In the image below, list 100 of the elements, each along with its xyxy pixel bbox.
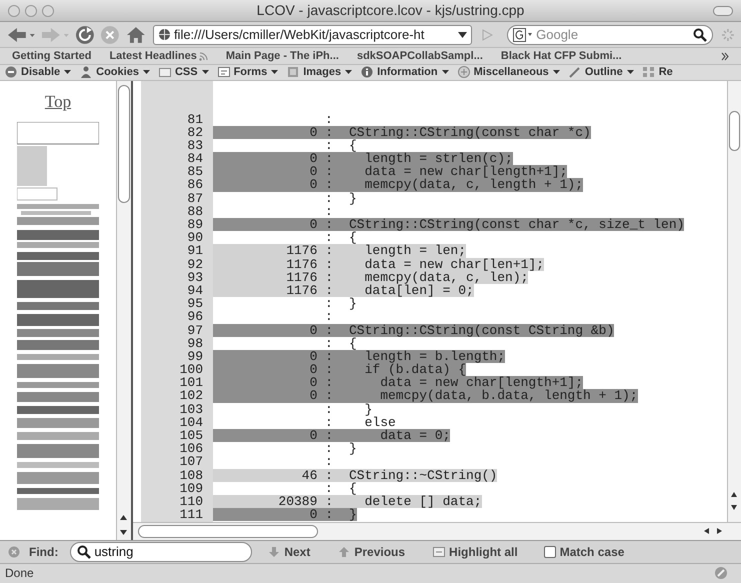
toolbar-menu[interactable]: Cookies — [80, 65, 150, 80]
form-icon — [218, 66, 230, 78]
find-highlight-button[interactable]: Highlight all — [433, 542, 518, 561]
hit-count-cell: 0 : — [213, 126, 341, 139]
line-number: 85 — [186, 165, 203, 178]
scrollbar-thumb[interactable] — [118, 84, 130, 203]
match-case-checkbox[interactable]: Match case — [544, 542, 624, 561]
hit-count-cell: 0 : — [213, 324, 341, 337]
zoom-window-icon[interactable] — [42, 4, 54, 16]
bookmark-link[interactable]: Black Hat CFP Submi... — [500, 48, 622, 64]
bookmark-link[interactable]: Getting Started — [12, 48, 92, 64]
line-number: 91 — [186, 244, 203, 258]
disable-icon — [5, 66, 17, 78]
code-line: } — [348, 192, 357, 205]
code-line: { — [348, 336, 357, 350]
line-number: 95 — [186, 297, 203, 310]
find-input[interactable]: ustring — [94, 542, 246, 562]
bookmark-link[interactable]: Latest Headlines — [109, 48, 208, 64]
line-number: 89 — [186, 218, 203, 232]
feed-icon — [198, 52, 208, 61]
toolbar-menu[interactable]: Forms — [218, 65, 278, 80]
code-line: { — [348, 482, 357, 495]
reload-icon[interactable] — [74, 24, 96, 46]
highlight-icon — [433, 546, 446, 558]
colon-separator: : — [325, 204, 334, 218]
toolbar-menu[interactable]: CSS — [158, 65, 209, 80]
close-icon[interactable] — [8, 546, 20, 558]
colon-separator: : — [325, 138, 334, 152]
line-number: 96 — [186, 310, 203, 324]
globe-icon — [158, 28, 171, 42]
toolbar-menu[interactable]: Information — [361, 65, 449, 80]
search-icon[interactable] — [693, 28, 708, 42]
line-number: 94 — [186, 284, 203, 298]
line-number: 102 — [178, 389, 203, 403]
toolbar-menu[interactable]: Outline — [568, 65, 634, 80]
colon-separator: : — [325, 310, 334, 324]
line-number: 92 — [186, 258, 203, 271]
hit-count-cell: 0 : — [213, 152, 341, 166]
colon-separator: : — [325, 112, 334, 126]
bookmark-link[interactable]: Main Page - The iPh... — [226, 48, 339, 64]
code-line: { — [348, 231, 357, 244]
spinner-icon — [721, 28, 735, 42]
top-link[interactable]: Top — [44, 88, 72, 114]
window-title: LCOV - javascriptcore.lcov - kjs/ustring.cpp — [256, 1, 524, 20]
down-arrow-icon — [268, 546, 280, 558]
dropdown-icon[interactable] — [458, 30, 468, 39]
image-icon — [287, 66, 300, 78]
line-number: 84 — [186, 152, 203, 166]
search-input[interactable]: Google — [536, 24, 690, 44]
colon-separator: : — [325, 455, 334, 469]
stylesheet-icon — [158, 66, 171, 78]
hit-count-cell: 46 : — [213, 468, 341, 482]
minimize-window-icon[interactable] — [25, 4, 37, 16]
line-number: 88 — [186, 204, 203, 218]
toolbar-menu[interactable]: Miscellaneous — [458, 65, 560, 80]
scrollbar-thumb[interactable] — [138, 524, 318, 538]
colon-separator: : — [325, 482, 334, 495]
find-previous-button[interactable]: Previous — [338, 542, 406, 561]
hit-count-cell: 0 : — [213, 165, 341, 178]
address-field[interactable]: file:///Users/cmiller/WebKit/javascriptcore-ht — [152, 24, 472, 45]
hit-count-cell: 0 : — [213, 218, 341, 232]
line-number: 110 — [178, 494, 203, 508]
line-number: 109 — [178, 482, 203, 495]
colon-separator: : — [325, 402, 334, 416]
line-number: 108 — [178, 468, 203, 482]
toolbar-menu[interactable]: Images — [287, 65, 352, 80]
scrollbar-thumb[interactable] — [729, 110, 740, 151]
hit-count-cell: 0 : — [213, 429, 341, 442]
search-engine-icon[interactable] — [513, 28, 534, 42]
colon-separator: : — [325, 442, 334, 456]
toolbar-toggle-icon[interactable] — [713, 6, 733, 16]
line-number: 99 — [186, 350, 203, 364]
line-number: 107 — [178, 455, 203, 469]
colon-separator: : — [325, 231, 334, 244]
line-number: 104 — [178, 416, 203, 430]
code-line: else — [364, 416, 396, 430]
find-field[interactable]: ustring — [70, 542, 252, 562]
hit-count-cell: 0 : — [213, 389, 341, 403]
scroll-up-icon[interactable] — [117, 512, 130, 523]
up-arrow-icon — [338, 546, 350, 558]
line-number: 103 — [178, 402, 203, 416]
line-number: 81 — [186, 112, 203, 126]
line-number: 105 — [178, 429, 203, 442]
colon-separator: : — [325, 192, 334, 205]
close-window-icon[interactable] — [8, 4, 20, 16]
find-next-button[interactable]: Next — [268, 542, 310, 561]
scroll-up-icon[interactable] — [728, 490, 740, 500]
hit-count-cell: 20389 : — [213, 494, 341, 508]
bookmark-link[interactable]: sdkSOAPCollabSampl... — [356, 48, 483, 64]
hit-count-cell: 1176 : — [213, 284, 341, 298]
line-number: 86 — [186, 178, 203, 192]
toolbar-menu[interactable]: Disable — [5, 65, 72, 80]
toolbar-menu[interactable]: Re — [642, 65, 673, 80]
chevron-icon[interactable] — [721, 52, 729, 61]
hit-count-cell: 1176 : — [213, 244, 341, 258]
line-number: 101 — [178, 376, 203, 390]
search-field[interactable]: Google — [507, 24, 714, 45]
hit-count-cell: 0 : — [213, 376, 341, 390]
code-line: } — [364, 402, 372, 416]
hit-count-cell: 1176 : — [213, 270, 341, 284]
